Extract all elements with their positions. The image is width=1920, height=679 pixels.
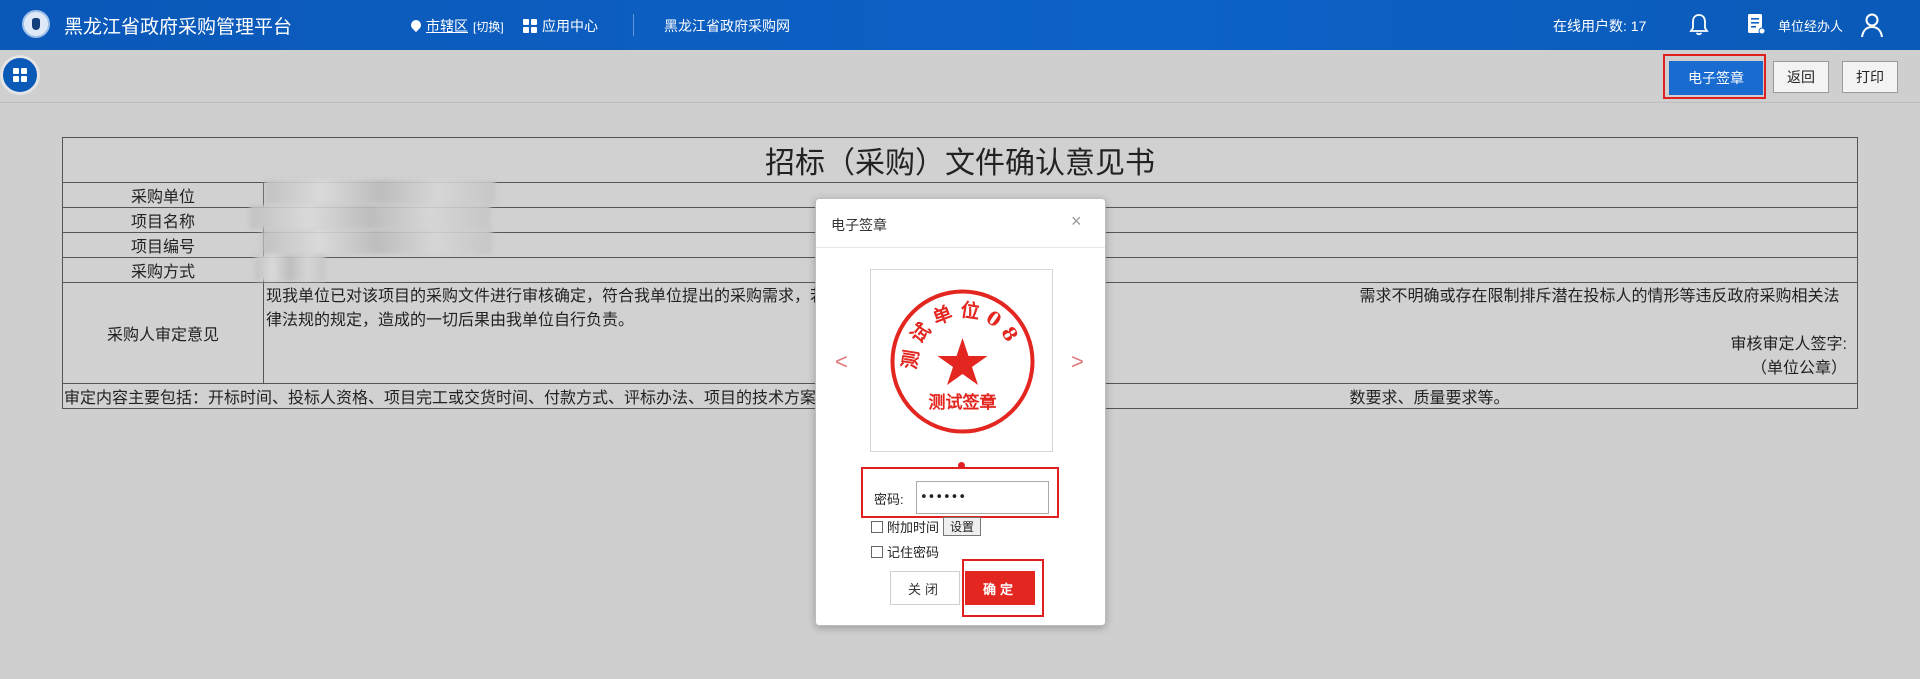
stamp-bottom-text: 测试签章: [929, 392, 997, 413]
stamp-star-icon: [937, 338, 988, 385]
back-button[interactable]: 返回: [1773, 61, 1829, 93]
toolbar-divider: [0, 102, 1920, 103]
app-center-menu[interactable]: 应用中心: [523, 16, 598, 36]
opinion-label: 采购人审定意见: [62, 282, 264, 384]
app-grid-icon: [523, 19, 537, 33]
redacted-project-name: [250, 205, 490, 229]
settings-button[interactable]: 设置: [943, 517, 982, 536]
add-time-label: 附加时间: [887, 520, 940, 535]
dialog-header-divider: [816, 247, 1105, 248]
confirm-button-highlight: [962, 559, 1044, 617]
row-label-procurement-method: 采购方式: [62, 257, 264, 283]
form-title: 招标（采购）文件确认意见书: [62, 137, 1858, 183]
current-user-name[interactable]: 单位经办人: [1778, 16, 1843, 35]
app-title: 黑龙江省政府采购管理平台: [64, 17, 293, 38]
app-center-label[interactable]: 应用中心: [542, 16, 598, 36]
esign-dialog: 电子签章 × < 测试单位08 测试签章 > 密码: 附加时间 设置 记住密码 …: [815, 198, 1106, 626]
add-time-row: 附加时间 设置: [871, 517, 982, 536]
dialog-title: 电子签章: [831, 217, 887, 233]
online-users-count: 在线用户数: 17: [1553, 18, 1647, 34]
region-switch-link[interactable]: [切换]: [473, 18, 504, 35]
top-navigation-bar: 黑龙江省政府采购管理平台 市辖区 [切换] 应用中心 黑龙江省政府采购网 在线用…: [0, 0, 1920, 50]
user-profile-icon[interactable]: [1860, 12, 1884, 38]
remember-password-checkbox[interactable]: [871, 545, 883, 558]
redacted-procurement-method: [255, 255, 325, 281]
row-label-project-number: 项目编号: [62, 232, 264, 258]
redacted-project-number: [262, 230, 492, 254]
remember-password-row: 记住密码: [871, 542, 939, 561]
remember-password-label: 记住密码: [887, 545, 940, 560]
seal-image: 测试单位08 测试签章: [890, 289, 1035, 434]
location-pin-icon: [411, 20, 421, 33]
dialog-close-icon[interactable]: ×: [1071, 211, 1082, 232]
add-time-checkbox[interactable]: [871, 520, 883, 533]
row-label-purchasing-unit: 采购单位: [62, 182, 264, 208]
platform-logo-icon: [22, 10, 50, 38]
redacted-purchasing-unit: [265, 180, 495, 204]
menu-grid-button[interactable]: [0, 55, 40, 95]
portal-link-label[interactable]: 黑龙江省政府采购网: [664, 16, 790, 36]
region-selector[interactable]: 市辖区 [切换]: [411, 16, 504, 36]
print-button[interactable]: 打印: [1842, 61, 1898, 93]
document-user-icon: [1748, 14, 1766, 35]
stamp-preview: 测试单位08 测试签章: [870, 269, 1053, 452]
row-label-project-name: 项目名称: [62, 207, 264, 233]
portal-link[interactable]: 黑龙江省政府采购网: [664, 16, 790, 36]
next-stamp-arrow-icon[interactable]: >: [1071, 349, 1084, 375]
region-label[interactable]: 市辖区: [426, 16, 468, 36]
close-button[interactable]: 关闭: [890, 571, 960, 605]
password-highlight: [861, 467, 1059, 518]
nav-divider: [633, 14, 634, 36]
notification-bell-icon[interactable]: [1688, 12, 1710, 36]
esign-button-highlight: [1663, 54, 1766, 99]
previous-stamp-arrow-icon[interactable]: <: [835, 349, 848, 375]
